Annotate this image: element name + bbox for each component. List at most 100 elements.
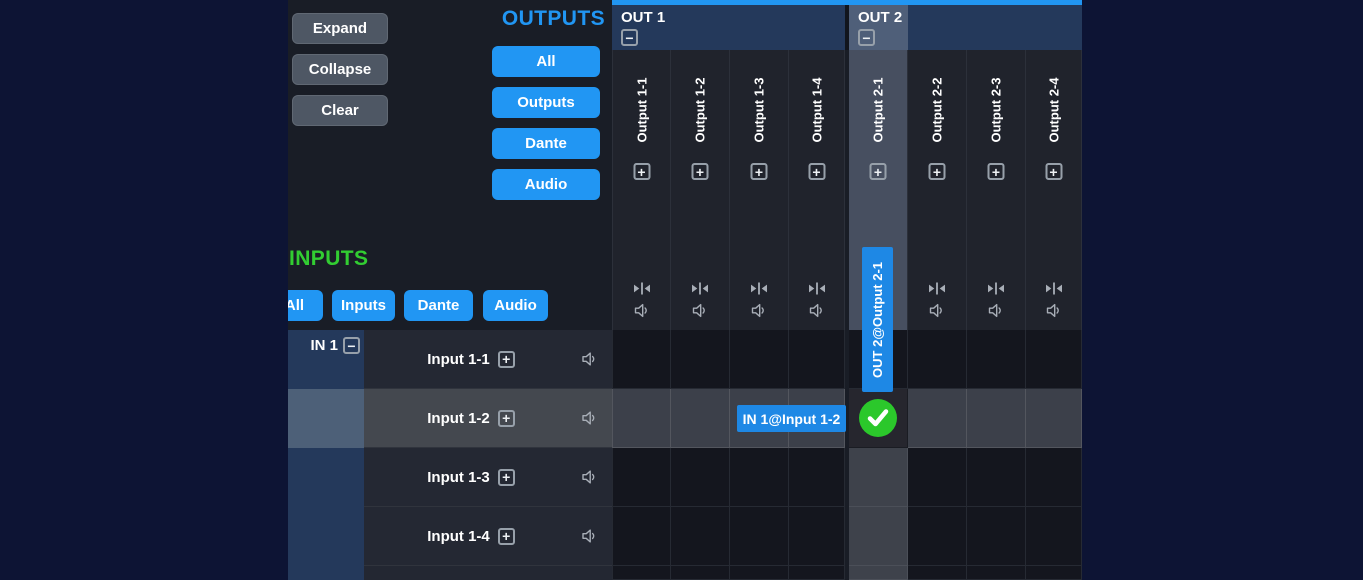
matrix-cell[interactable] (730, 448, 789, 507)
matrix-cell[interactable] (730, 330, 789, 389)
expand-channel-icon[interactable]: + (751, 163, 768, 180)
input-filter-inputs-button[interactable]: Inputs (332, 290, 395, 321)
matrix-cell[interactable] (612, 566, 671, 580)
matrix-cell[interactable] (849, 566, 908, 580)
output-group-header-out-2[interactable]: OUT 2 − (849, 5, 1082, 50)
matrix-cell[interactable] (967, 448, 1026, 507)
volume-icon[interactable] (692, 303, 709, 318)
matrix-cell[interactable] (730, 507, 789, 566)
expand-channel-icon[interactable]: + (498, 528, 515, 545)
expand-channel-icon[interactable]: + (1045, 163, 1062, 180)
matrix-cell[interactable] (1026, 330, 1082, 389)
output-filter-dante-button[interactable]: Dante (492, 128, 600, 159)
matrix-cell[interactable] (671, 507, 730, 566)
matrix-cell[interactable] (612, 448, 671, 507)
in-group-column[interactable]: IN 1 − (288, 330, 364, 580)
matrix-cell[interactable] (967, 566, 1026, 580)
volume-icon[interactable] (1045, 303, 1062, 318)
matrix-cell[interactable] (612, 389, 671, 448)
collapse-group-icon[interactable]: − (343, 337, 360, 354)
output-column-header[interactable]: Output 2-3+ (967, 50, 1026, 330)
output-column-header[interactable]: Output 1-1+ (612, 50, 671, 330)
input-filter-audio-button[interactable]: Audio (483, 290, 548, 321)
matrix-cell[interactable] (849, 448, 908, 507)
matrix-cell[interactable] (612, 330, 671, 389)
volume-icon[interactable] (581, 352, 598, 367)
expand-button[interactable]: Expand (292, 13, 388, 44)
av-breakaway-icon[interactable] (1045, 282, 1062, 295)
matrix-cell[interactable] (671, 566, 730, 580)
matrix-cell[interactable] (789, 507, 845, 566)
matrix-cell[interactable] (908, 566, 967, 580)
volume-icon[interactable] (581, 411, 598, 426)
input-row-label-text: Input 1-3 (427, 469, 490, 486)
volume-icon[interactable] (633, 303, 650, 318)
expand-channel-icon[interactable]: + (988, 163, 1005, 180)
collapse-button[interactable]: Collapse (292, 54, 388, 85)
collapse-group-icon[interactable]: − (621, 29, 638, 46)
matrix-cell[interactable] (730, 566, 789, 580)
clear-button[interactable]: Clear (292, 95, 388, 126)
matrix-cell[interactable] (671, 389, 730, 448)
outputs-title: OUTPUTS (465, 7, 605, 31)
volume-icon[interactable] (581, 470, 598, 485)
expand-channel-icon[interactable]: + (498, 469, 515, 486)
output-column-header[interactable]: Output 1-4+ (789, 50, 845, 330)
matrix-cell[interactable] (967, 330, 1026, 389)
output-column-header[interactable]: Output 1-2+ (671, 50, 730, 330)
input-row-label[interactable]: Input 1-3 + (364, 448, 612, 507)
expand-channel-icon[interactable]: + (929, 163, 946, 180)
matrix-cell[interactable] (967, 507, 1026, 566)
expand-channel-icon[interactable]: + (692, 163, 709, 180)
matrix-cell[interactable] (612, 507, 671, 566)
volume-icon[interactable] (988, 303, 1005, 318)
input-filter-all-button[interactable]: All (288, 290, 323, 321)
route-output-tooltip: OUT 2@Output 2-1 (862, 247, 893, 392)
matrix-cell[interactable] (1026, 389, 1082, 448)
expand-channel-icon[interactable]: + (870, 163, 887, 180)
expand-channel-icon[interactable]: + (498, 351, 515, 368)
volume-icon[interactable] (751, 303, 768, 318)
av-breakaway-icon[interactable] (808, 282, 825, 295)
output-group-header-out-1[interactable]: OUT 1 − (612, 5, 845, 50)
matrix-cell[interactable] (849, 507, 908, 566)
matrix-cell[interactable] (967, 389, 1026, 448)
crosspoint-active-cell[interactable] (849, 389, 908, 448)
volume-icon[interactable] (581, 529, 598, 544)
matrix-cell[interactable] (789, 566, 845, 580)
input-filter-dante-button[interactable]: Dante (404, 290, 473, 321)
matrix-cell[interactable] (789, 448, 845, 507)
av-breakaway-icon[interactable] (929, 282, 946, 295)
input-row-label[interactable]: Input 1-4+ (364, 507, 612, 566)
output-column-header[interactable]: Output 1-3+ (730, 50, 789, 330)
collapse-group-icon[interactable]: − (858, 29, 875, 46)
output-column-header[interactable]: Output 2-4+ (1026, 50, 1082, 330)
output-column-header[interactable]: Output 2-2+ (908, 50, 967, 330)
av-breakaway-icon[interactable] (751, 282, 768, 295)
matrix-cell[interactable] (1026, 566, 1082, 580)
expand-channel-icon[interactable]: + (498, 410, 515, 427)
input-row-label[interactable]: Input 1-1+ (364, 330, 612, 389)
input-row-label[interactable]: Input 1-2+ (364, 389, 612, 448)
av-breakaway-icon[interactable] (692, 282, 709, 295)
matrix-cell[interactable] (908, 448, 967, 507)
av-breakaway-icon[interactable] (988, 282, 1005, 295)
input-row-label[interactable] (364, 566, 612, 580)
output-filter-outputs-button[interactable]: Outputs (492, 87, 600, 118)
matrix-cell[interactable] (908, 330, 967, 389)
matrix-cell[interactable] (908, 507, 967, 566)
matrix-cell[interactable] (1026, 507, 1082, 566)
output-filter-all-button[interactable]: All (492, 46, 600, 77)
matrix-cell[interactable] (671, 448, 730, 507)
av-breakaway-icon[interactable] (633, 282, 650, 295)
expand-channel-icon[interactable]: + (633, 163, 650, 180)
matrix-cell[interactable] (1026, 448, 1082, 507)
matrix-cell[interactable] (789, 330, 845, 389)
input-group-header-in-1[interactable]: IN 1 − (310, 337, 360, 354)
matrix-cell[interactable] (908, 389, 967, 448)
volume-icon[interactable] (929, 303, 946, 318)
matrix-cell[interactable] (671, 330, 730, 389)
output-filter-audio-button[interactable]: Audio (492, 169, 600, 200)
expand-channel-icon[interactable]: + (808, 163, 825, 180)
volume-icon[interactable] (808, 303, 825, 318)
